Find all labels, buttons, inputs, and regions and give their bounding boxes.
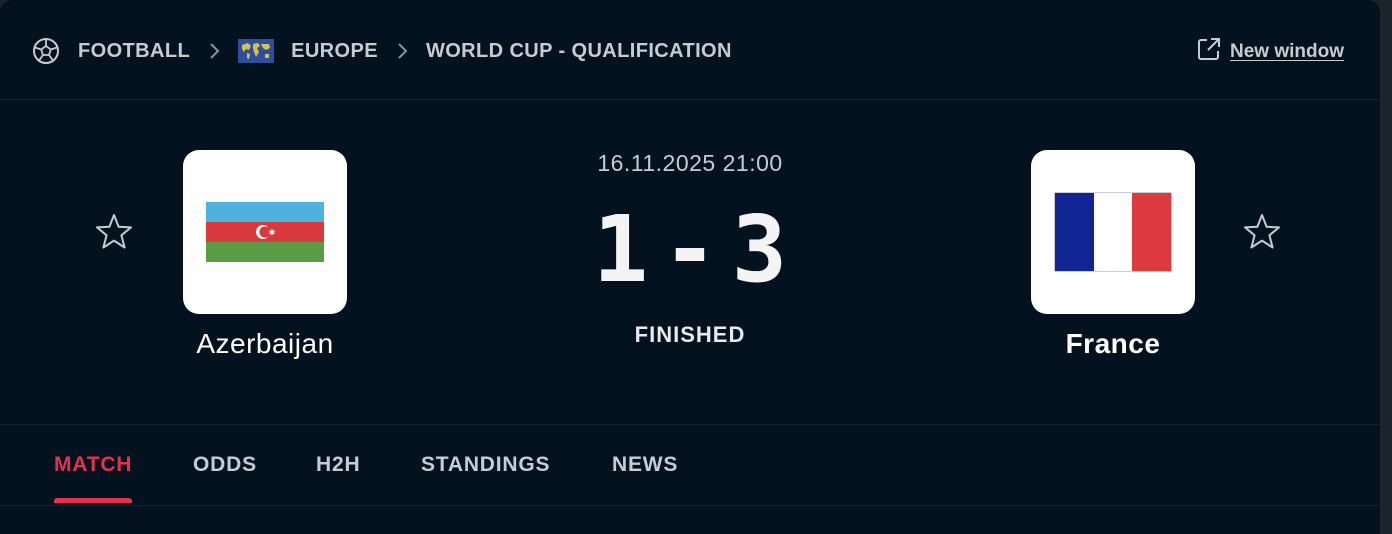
home-team-name[interactable]: Azerbaijan	[135, 328, 395, 360]
world-map-flag-icon	[238, 39, 275, 63]
tab-match[interactable]: MATCH	[54, 453, 133, 503]
match-header: Azerbaijan 16.11.2025 21:00 1 - 3 FINISH…	[0, 100, 1380, 425]
match-tabs: MATCH ODDS H2H STANDINGS NEWS	[0, 425, 1380, 506]
tab-label: H2H	[316, 453, 361, 476]
breadcrumb-region-link[interactable]: EUROPE	[291, 40, 378, 63]
france-flag-icon	[1054, 192, 1172, 272]
tab-standings[interactable]: STANDINGS	[421, 453, 550, 503]
azerbaijan-flag-icon	[206, 202, 324, 262]
home-favorite-star-icon[interactable]	[94, 212, 134, 252]
home-team-logo[interactable]	[183, 150, 347, 314]
match-detail-panel: FOOTBALL EUROPE WORLD CUP - QUALIFICATIO…	[0, 0, 1380, 534]
breadcrumb-sport-link[interactable]: FOOTBALL	[78, 40, 190, 63]
external-link-icon	[1197, 37, 1221, 66]
chevron-right-icon	[396, 42, 408, 60]
active-tab-indicator	[54, 498, 133, 503]
away-score: 3	[731, 196, 788, 303]
tab-news[interactable]: NEWS	[612, 453, 678, 503]
tab-label: NEWS	[612, 453, 679, 476]
breadcrumb-competition-link[interactable]: WORLD CUP - QUALIFICATION	[426, 40, 732, 63]
chevron-right-icon	[208, 42, 220, 60]
match-status: FINISHED	[634, 322, 746, 347]
away-team-logo[interactable]	[1031, 150, 1195, 314]
new-window-label: New window	[1230, 40, 1344, 62]
breadcrumb-bar: FOOTBALL EUROPE WORLD CUP - QUALIFICATIO…	[0, 0, 1380, 100]
match-score: 1 - 3	[540, 196, 840, 303]
match-datetime: 16.11.2025 21:00	[597, 150, 783, 176]
home-score: 1	[592, 196, 649, 303]
score-separator: -	[662, 196, 718, 303]
tab-label: ODDS	[193, 453, 257, 476]
breadcrumb: FOOTBALL EUROPE WORLD CUP - QUALIFICATIO…	[32, 36, 732, 66]
tab-odds[interactable]: ODDS	[193, 453, 257, 503]
away-team-name[interactable]: France	[983, 328, 1243, 360]
tab-label: MATCH	[54, 453, 133, 476]
new-window-link[interactable]: New window	[1197, 37, 1344, 66]
away-favorite-star-icon[interactable]	[1242, 212, 1282, 252]
tab-h2h[interactable]: H2H	[316, 453, 360, 503]
tab-label: STANDINGS	[421, 453, 551, 476]
football-icon	[32, 37, 60, 65]
